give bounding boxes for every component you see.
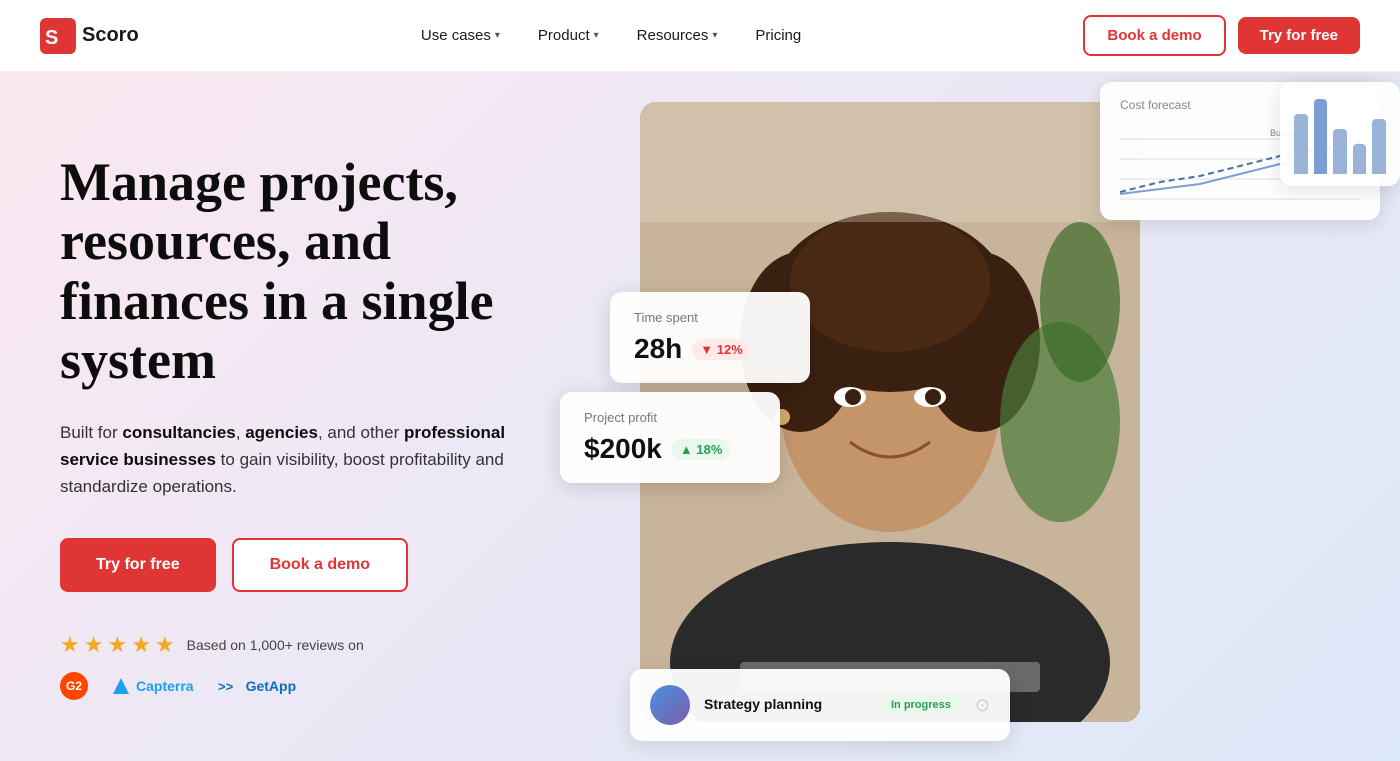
- time-spent-change: ▼ 12%: [692, 339, 751, 360]
- strategy-text: Strategy planning: [704, 696, 867, 714]
- hero-section: Manage projects, resources, and finances…: [0, 72, 1400, 761]
- nav-pricing[interactable]: Pricing: [741, 19, 815, 52]
- chevron-down-icon: ▾: [495, 30, 500, 41]
- strategy-status-badge: In progress: [881, 696, 961, 714]
- bar-1: [1294, 114, 1308, 174]
- book-demo-button[interactable]: Book a demo: [1083, 15, 1225, 56]
- star-3: ★: [107, 632, 127, 658]
- svg-text:S: S: [45, 27, 58, 49]
- more-icon: ⊙: [975, 695, 990, 716]
- time-spent-title: Time spent: [634, 310, 786, 325]
- bar-chart-card: [1280, 82, 1400, 186]
- bar-4: [1353, 144, 1367, 174]
- capterra-label: Capterra: [136, 678, 194, 694]
- hero-title: Manage projects, resources, and finances…: [60, 153, 540, 391]
- chevron-down-icon: ▾: [594, 30, 599, 41]
- hero-right: Cost forecast Budgeted vs actual: [600, 72, 1400, 761]
- strategy-label: Strategy planning: [704, 696, 822, 712]
- g2-logo: G2: [60, 672, 88, 700]
- time-spent-metric: 28h ▼ 12%: [634, 333, 786, 365]
- getapp-logo: >> GetApp: [218, 677, 297, 695]
- time-spent-card: Time spent 28h ▼ 12%: [610, 292, 810, 383]
- getapp-label: GetApp: [246, 678, 297, 694]
- getapp-icon: >>: [218, 677, 240, 695]
- project-profit-metric: $200k ▲ 18%: [584, 433, 756, 465]
- nav-product[interactable]: Product ▾: [524, 19, 613, 52]
- nav-resources[interactable]: Resources ▾: [623, 19, 732, 52]
- star-2: ★: [84, 632, 104, 658]
- reviews-section: ★ ★ ★ ★ ★ Based on 1,000+ reviews on G2 …: [60, 632, 540, 700]
- nav-actions: Book a demo Try for free: [1083, 15, 1360, 56]
- capterra-icon: [112, 677, 130, 695]
- review-text: Based on 1,000+ reviews on: [187, 637, 364, 653]
- hero-subtitle: Built for consultancies, agencies, and o…: [60, 419, 540, 501]
- time-spent-value: 28h: [634, 333, 682, 365]
- svg-text:>>: >>: [218, 679, 234, 694]
- project-profit-card: Project profit $200k ▲ 18%: [560, 392, 780, 483]
- bar-3: [1333, 129, 1347, 174]
- project-profit-change: ▲ 18%: [672, 439, 731, 460]
- hero-try-free-button[interactable]: Try for free: [60, 538, 216, 592]
- star-4: ★: [131, 632, 151, 658]
- project-profit-value: $200k: [584, 433, 662, 465]
- bar-chart: [1294, 94, 1386, 174]
- star-1: ★: [60, 632, 80, 658]
- hero-book-demo-button[interactable]: Book a demo: [232, 538, 408, 592]
- chevron-down-icon: ▾: [712, 30, 717, 41]
- bar-5: [1372, 119, 1386, 174]
- star-5-half: ★: [155, 632, 175, 658]
- try-for-free-button[interactable]: Try for free: [1238, 17, 1360, 54]
- logo[interactable]: S Scoro: [40, 18, 139, 54]
- nav-use-cases[interactable]: Use cases ▾: [407, 19, 514, 52]
- logo-text: Scoro: [82, 24, 139, 47]
- strategy-card: Strategy planning In progress ⊙: [630, 669, 1010, 741]
- hero-ctas: Try for free Book a demo: [60, 538, 540, 592]
- review-logos: G2 Capterra >> GetApp: [60, 672, 540, 700]
- project-profit-title: Project profit: [584, 410, 756, 425]
- hero-left: Manage projects, resources, and finances…: [0, 72, 600, 761]
- avatar: [650, 685, 690, 725]
- nav-links: Use cases ▾ Product ▾ Resources ▾ Pricin…: [407, 19, 815, 52]
- capterra-logo: Capterra: [112, 677, 194, 695]
- bar-2: [1314, 99, 1328, 174]
- star-rating: ★ ★ ★ ★ ★ Based on 1,000+ reviews on: [60, 632, 540, 658]
- navigation: S Scoro Use cases ▾ Product ▾ Resources …: [0, 0, 1400, 72]
